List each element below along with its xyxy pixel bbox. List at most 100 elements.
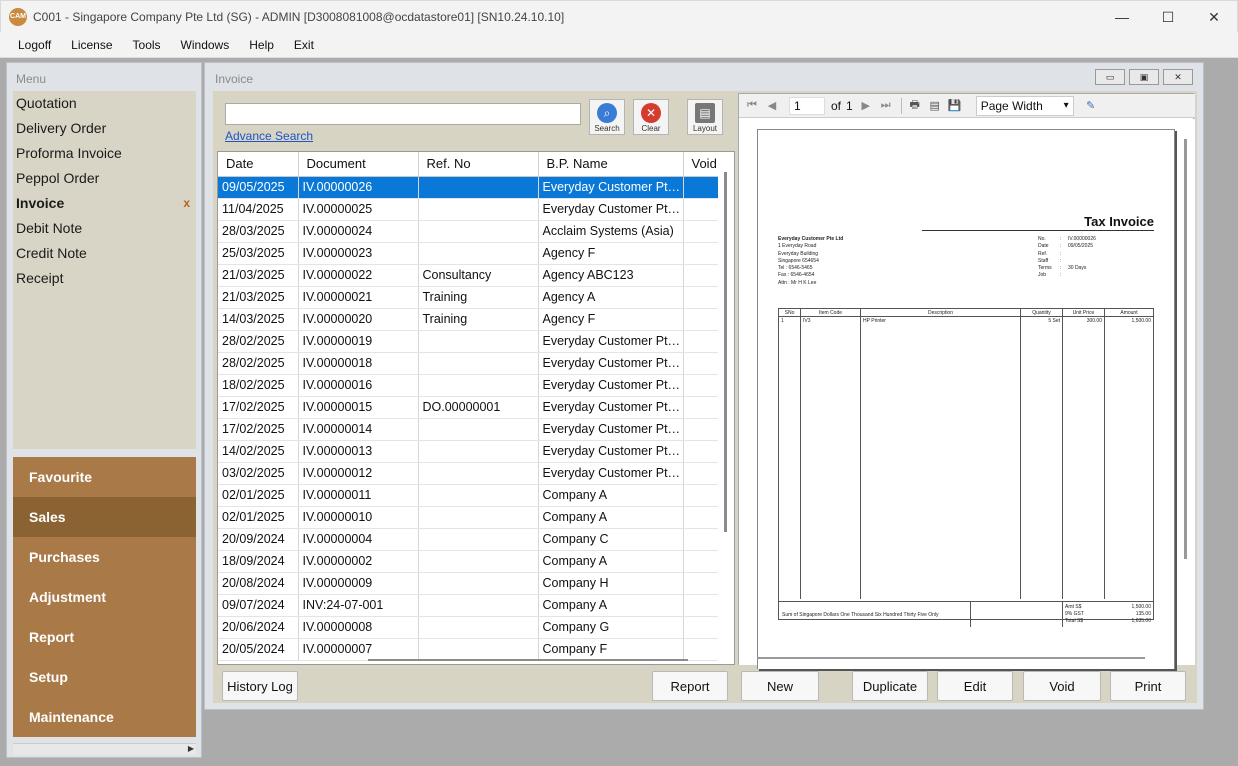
menu-windows[interactable]: Windows: [171, 38, 240, 52]
edit-button[interactable]: Edit: [937, 671, 1013, 701]
table-row[interactable]: 14/03/2025 IV.00000020 Training Agency F: [218, 308, 719, 331]
print-button[interactable]: Print: [1110, 671, 1186, 701]
table-row[interactable]: 21/03/2025 IV.00000021 Training Agency A: [218, 286, 719, 309]
menu-tools[interactable]: Tools: [123, 38, 171, 52]
table-row[interactable]: 02/01/2025 IV.00000011 Company A: [218, 484, 719, 507]
print-icon[interactable]: 🖶: [908, 96, 922, 115]
module-adjustment[interactable]: Adjustment: [13, 577, 196, 617]
next-page-icon[interactable]: ▶: [859, 99, 873, 112]
sidebar-item-peppol-order[interactable]: Peppol Order: [13, 166, 196, 191]
scroll-right-icon[interactable]: ▶: [188, 744, 194, 753]
viewer-horizontal-scrollbar[interactable]: [757, 657, 1145, 659]
menu-help[interactable]: Help: [239, 38, 284, 52]
module-setup[interactable]: Setup: [13, 657, 196, 697]
sidebar-item-quotation[interactable]: Quotation: [13, 91, 196, 116]
cell-ref-no: [418, 572, 539, 595]
table-row[interactable]: 20/08/2024 IV.00000009 Company H: [218, 572, 719, 595]
module-purchases[interactable]: Purchases: [13, 537, 196, 577]
column-header-bp-name[interactable]: B.P. Name: [538, 152, 684, 177]
mdi-minimize-button[interactable]: ▭: [1095, 69, 1125, 85]
void-button[interactable]: Void: [1023, 671, 1101, 701]
table-row[interactable]: 09/05/2025 IV.00000026 Everyday Customer P…: [218, 176, 719, 199]
menu-license[interactable]: License: [61, 38, 122, 52]
column-header-void[interactable]: Void: [683, 152, 719, 177]
window-controls: — ☐ ✕: [1099, 1, 1237, 33]
export-icon[interactable]: 💾: [948, 99, 962, 112]
table-row[interactable]: 28/02/2025 IV.00000018 Everyday Customer P…: [218, 352, 719, 375]
mdi-restore-button[interactable]: ▣: [1129, 69, 1159, 85]
prev-page-icon[interactable]: ◀: [765, 99, 779, 112]
column-header-ref-no[interactable]: Ref. No: [418, 152, 539, 177]
meta-row: Terms:30 Days: [1038, 265, 1096, 272]
sidebar-item-credit-note[interactable]: Credit Note: [13, 241, 196, 266]
table-row[interactable]: 28/03/2025 IV.00000024 Acclaim Systems (As…: [218, 220, 719, 243]
table-row[interactable]: 09/07/2024 INV:24-07-001 Company A: [218, 594, 719, 617]
scroll-thumb[interactable]: [724, 172, 727, 532]
module-favourite[interactable]: Favourite: [13, 457, 196, 497]
list-horizontal-scrollbar[interactable]: [368, 659, 688, 661]
list-vertical-scrollbar[interactable]: [718, 152, 734, 664]
mdi-close-button[interactable]: ✕: [1163, 69, 1193, 85]
column-header-date[interactable]: Date: [218, 152, 299, 177]
cell-document: IV.00000002: [298, 550, 419, 573]
first-page-icon[interactable]: ⏮: [745, 99, 759, 112]
module-sales[interactable]: Sales: [13, 497, 196, 537]
table-row[interactable]: 20/09/2024 IV.00000004 Company C: [218, 528, 719, 551]
cell-document: IV.00000011: [298, 484, 419, 507]
table-row[interactable]: 03/02/2025 IV.00000012 Everyday Customer P…: [218, 462, 719, 485]
maximize-button[interactable]: ☐: [1145, 1, 1191, 33]
module-maintenance[interactable]: Maintenance: [13, 697, 196, 737]
close-button[interactable]: ✕: [1191, 1, 1237, 33]
sidebar-item-debit-note[interactable]: Debit Note: [13, 216, 196, 241]
column-header-document[interactable]: Document: [298, 152, 419, 177]
zoom-select[interactable]: Page Width: [975, 95, 1074, 116]
report-button[interactable]: Report: [652, 671, 728, 701]
sidebar-item-receipt[interactable]: Receipt: [13, 266, 196, 291]
cell-date: 09/05/2025: [218, 176, 299, 199]
advance-search-link[interactable]: Advance Search: [225, 129, 313, 143]
cell-void: [683, 198, 719, 221]
last-page-icon[interactable]: ⏭: [879, 99, 893, 112]
table-row[interactable]: 20/05/2024 IV.00000007 Company F: [218, 638, 719, 661]
cell-bp-name: Company A: [538, 550, 684, 573]
page-layout-icon[interactable]: ▤: [928, 99, 942, 112]
module-report[interactable]: Report: [13, 617, 196, 657]
clear-button[interactable]: ✕ Clear: [633, 99, 669, 135]
table-row[interactable]: 17/02/2025 IV.00000015 DO.00000001 Everyday…: [218, 396, 719, 419]
cell-void: [683, 286, 719, 309]
search-button[interactable]: ⌕ Search: [589, 99, 625, 135]
search-input[interactable]: [225, 103, 581, 125]
cell-document: IV.00000009: [298, 572, 419, 595]
line-header-amount: Amount: [1120, 310, 1138, 316]
table-row[interactable]: 14/02/2025 IV.00000013 Everyday Customer P…: [218, 440, 719, 463]
cell-ref-no: [418, 462, 539, 485]
table-row[interactable]: 25/03/2025 IV.00000023 Agency F: [218, 242, 719, 265]
table-row[interactable]: 02/01/2025 IV.00000010 Company A: [218, 506, 719, 529]
search-button-label: Search: [594, 124, 620, 133]
table-row[interactable]: 17/02/2025 IV.00000014 Everyday Customer P…: [218, 418, 719, 441]
sidebar-item-delivery-order[interactable]: Delivery Order: [13, 116, 196, 141]
close-tab-icon[interactable]: x: [183, 191, 190, 216]
viewer-vertical-scrollbar[interactable]: [1184, 139, 1187, 559]
sidebar-scrollbar[interactable]: ▶: [13, 743, 196, 755]
history-log-button[interactable]: History Log: [222, 671, 298, 701]
sidebar-item-invoice[interactable]: Invoice x: [13, 191, 196, 216]
footer-spacer: [971, 602, 1063, 627]
table-row[interactable]: 20/06/2024 IV.00000008 Company G: [218, 616, 719, 639]
minimize-button[interactable]: —: [1099, 1, 1145, 33]
table-row[interactable]: 18/02/2025 IV.00000016 Everyday Customer P…: [218, 374, 719, 397]
edit-report-icon[interactable]: ✎: [1084, 99, 1098, 112]
new-button[interactable]: New: [741, 671, 819, 701]
sidebar-item-proforma-invoice[interactable]: Proforma Invoice: [13, 141, 196, 166]
table-row[interactable]: 28/02/2025 IV.00000019 Everyday Customer P…: [218, 330, 719, 353]
cell-bp-name: Everyday Customer Pte Ltd: [538, 440, 684, 463]
layout-button[interactable]: ▤ Layout: [687, 99, 723, 135]
table-row[interactable]: 18/09/2024 IV.00000002 Company A: [218, 550, 719, 573]
duplicate-button[interactable]: Duplicate: [852, 671, 928, 701]
customer-name: Everyday Customer Pte Ltd: [778, 236, 844, 242]
menu-exit[interactable]: Exit: [284, 38, 324, 52]
table-row[interactable]: 11/04/2025 IV.00000025 Everyday Customer P…: [218, 198, 719, 221]
table-row[interactable]: 21/03/2025 IV.00000022 Consultancy Agency A…: [218, 264, 719, 287]
page-number-input[interactable]: 1: [789, 96, 825, 115]
menu-logoff[interactable]: Logoff: [8, 38, 61, 52]
